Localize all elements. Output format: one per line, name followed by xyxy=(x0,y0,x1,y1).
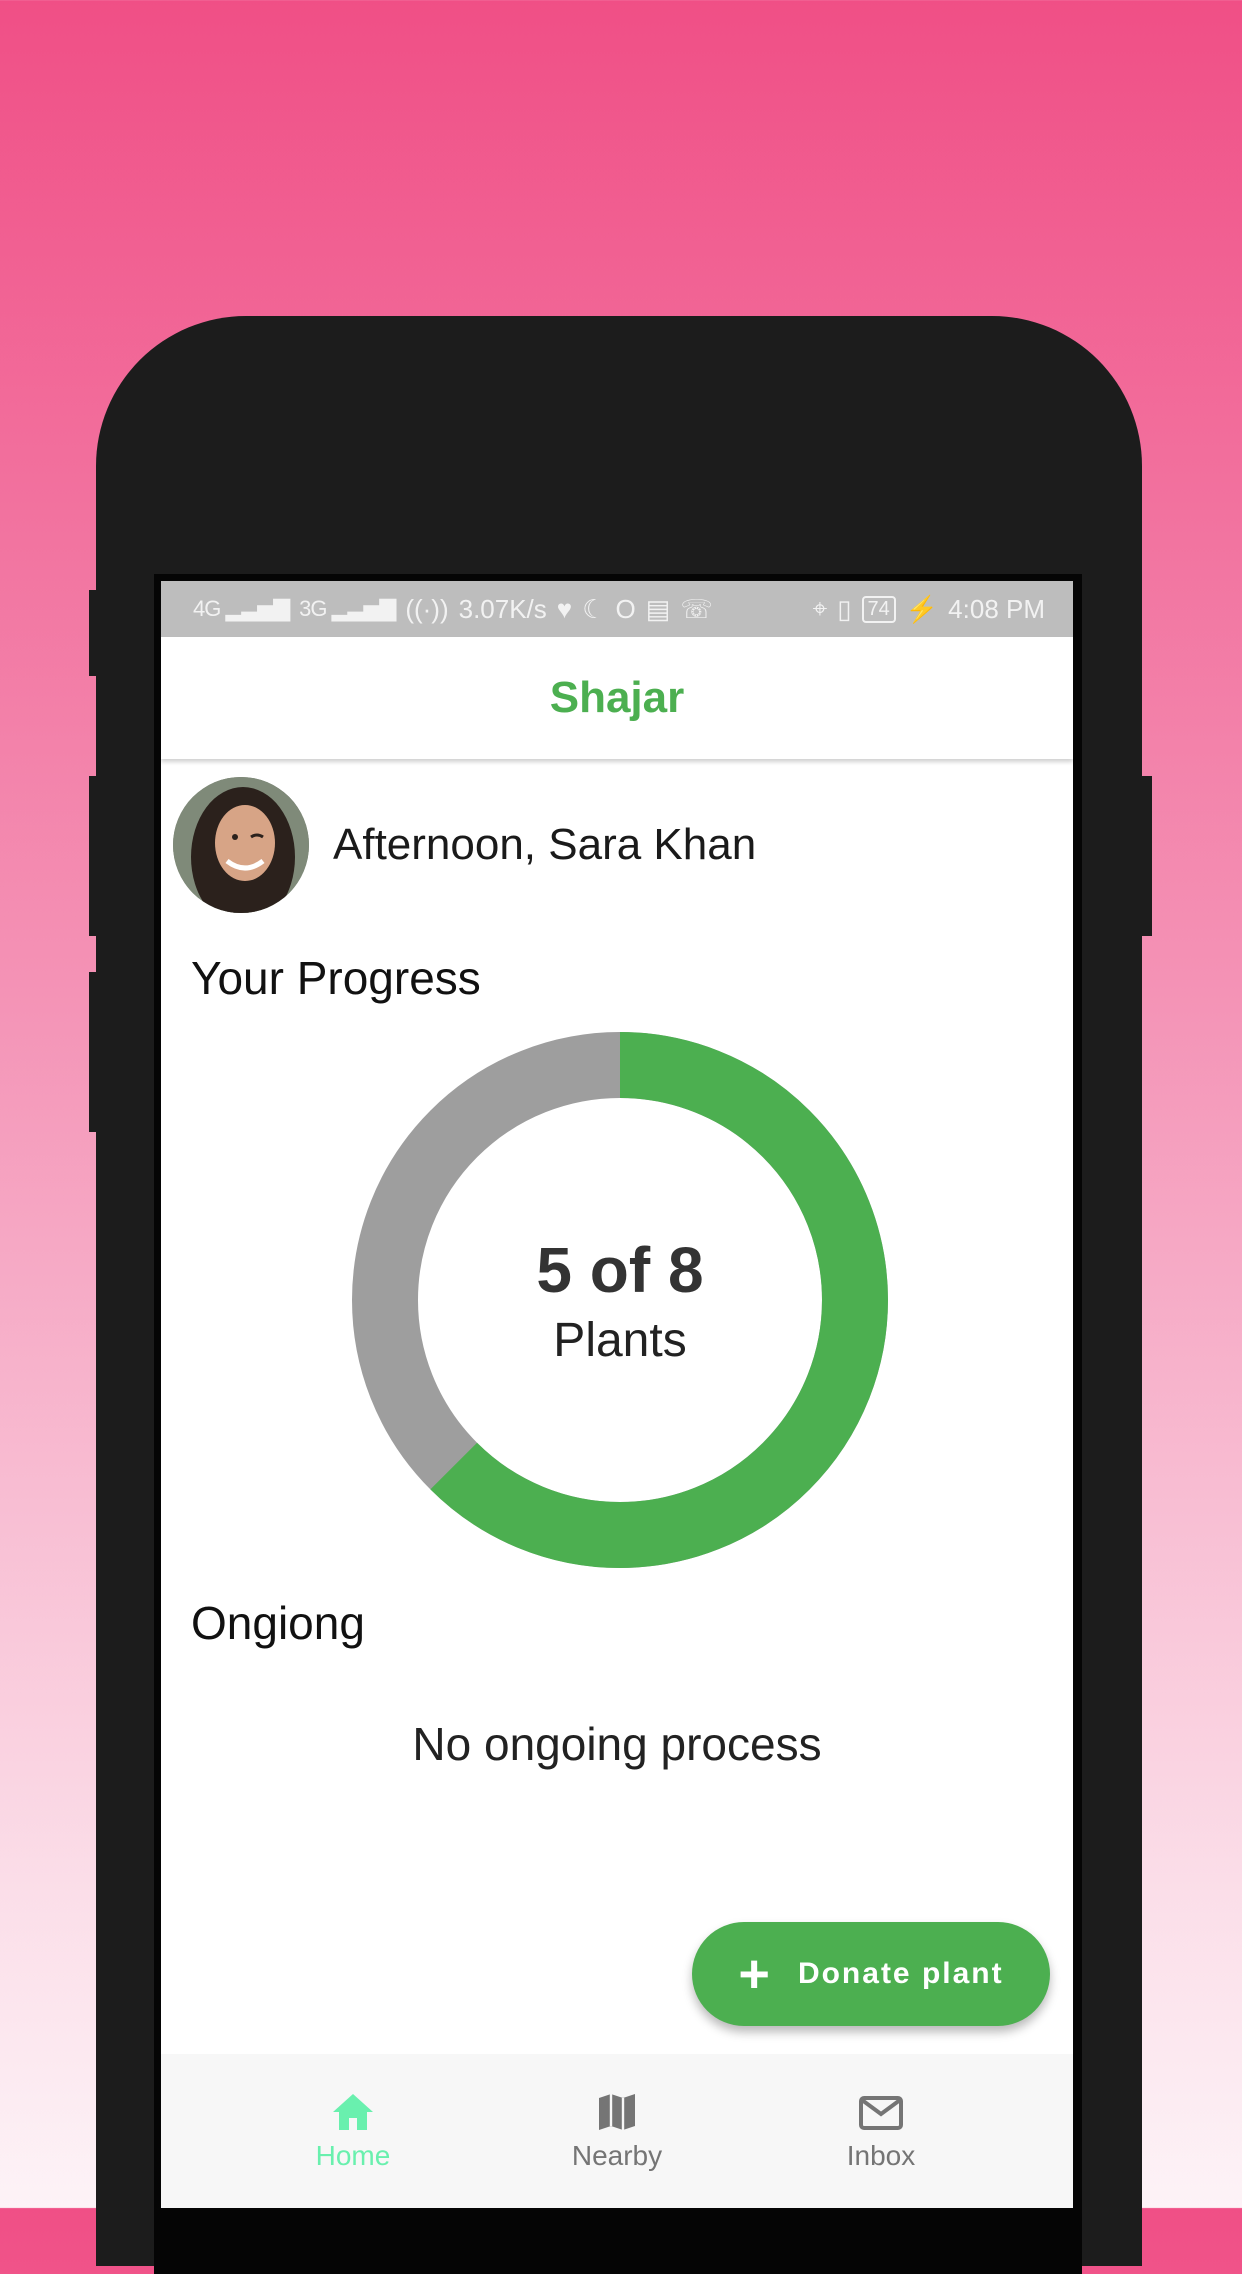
vibrate-icon: ▯ xyxy=(837,593,852,624)
nav-item-nearby[interactable]: Nearby xyxy=(537,2090,697,2172)
charging-icon: ⚡ xyxy=(905,593,939,624)
signal-3g-icon: 3G ▂▃▅▇ xyxy=(299,596,396,621)
ongoing-section-title: Ongiong xyxy=(191,1597,365,1649)
status-left: 4G ▂▃▅▇ 3G ▂▃▅▇ ((·)) 3.07K/s ♥ ☾ O ▤ ☏ xyxy=(193,594,713,625)
nav-label-nearby: Nearby xyxy=(571,2140,663,2171)
status-bar: 4G ▂▃▅▇ 3G ▂▃▅▇ ((·)) 3.07K/s ♥ ☾ O ▤ ☏ … xyxy=(161,581,1073,637)
donut-center: 5 of 8 Plants xyxy=(352,1032,888,1568)
nav-label-home: Home xyxy=(315,2140,391,2171)
hotspot-icon: ((·)) xyxy=(405,593,449,624)
progress-donut: 5 of 8 Plants xyxy=(352,1032,888,1568)
avatar[interactable] xyxy=(173,777,309,913)
donate-plant-button[interactable]: + Donate plant xyxy=(692,1922,1050,2026)
phone-button-left-top xyxy=(89,590,99,676)
nav-item-home[interactable]: Home xyxy=(273,2090,433,2172)
map-icon xyxy=(599,2094,635,2130)
avatar-photo xyxy=(173,777,309,913)
health-icon: ♥ xyxy=(556,593,573,624)
moon-icon: ☾ xyxy=(582,593,606,624)
mail-icon xyxy=(859,2096,903,2130)
nav-item-inbox[interactable]: Inbox xyxy=(801,2090,961,2172)
plus-icon: + xyxy=(738,1944,770,2004)
signal-4g-icon: 4G ▂▃▅▇ xyxy=(193,596,290,621)
opera-icon: O xyxy=(615,593,636,624)
phone-button-left-mid xyxy=(89,776,99,936)
battery-icon: 74 xyxy=(861,595,896,623)
app-screen: 4G ▂▃▅▇ 3G ▂▃▅▇ ((·)) 3.07K/s ♥ ☾ O ▤ ☏ … xyxy=(161,581,1073,2208)
nav-label-inbox: Inbox xyxy=(846,2140,916,2171)
progress-unit: Plants xyxy=(553,1313,687,1367)
network-speed: 3.07K/s xyxy=(458,593,547,624)
home-icon xyxy=(333,2094,373,2130)
clock: 4:08 PM xyxy=(948,593,1045,624)
app-bar: Shajar xyxy=(161,637,1073,759)
donate-plant-label: Donate plant xyxy=(797,1957,1004,1990)
news-icon: ▤ xyxy=(645,593,671,624)
progress-section-title: Your Progress xyxy=(191,952,481,1004)
whatsapp-icon: ☏ xyxy=(680,593,713,624)
greeting-text: Afternoon, Sara Khan xyxy=(333,820,757,869)
app-title: Shajar xyxy=(549,673,685,722)
phone-button-right xyxy=(1142,776,1152,936)
user-header: Afternoon, Sara Khan xyxy=(173,777,756,913)
phone-button-left-bottom xyxy=(89,972,99,1132)
bottom-navigation: Home Nearby Inbox xyxy=(161,2054,1073,2208)
status-right: ⌖ ▯ 74 ⚡ 4:08 PM xyxy=(813,593,1045,625)
progress-count: 5 of 8 xyxy=(536,1233,704,1306)
ongoing-empty-message: No ongoing process xyxy=(412,1718,822,1770)
location-icon: ⌖ xyxy=(812,593,828,623)
